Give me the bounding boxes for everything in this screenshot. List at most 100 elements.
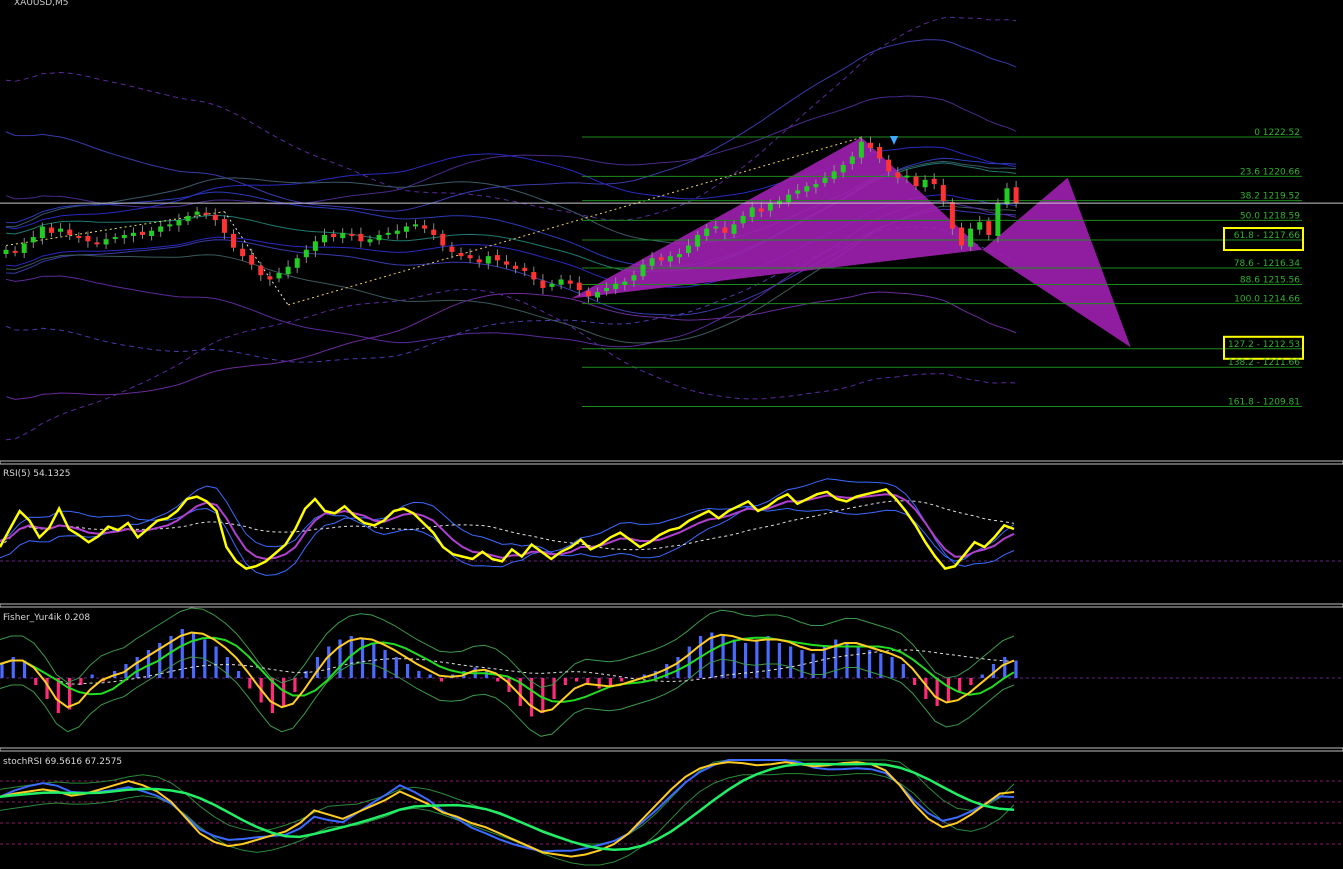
bull-candle xyxy=(704,228,710,237)
stochrsi-panel[interactable]: stochRSI 69.5616 67.2575 xyxy=(0,757,1343,866)
fisher-negative-bar xyxy=(935,678,939,706)
bear-candle xyxy=(140,231,145,235)
fisher-lines xyxy=(0,607,1015,737)
fib-level-label: 138.2 - 1211.66 xyxy=(1228,358,1300,368)
stochrsi-label: stochRSI 69.5616 67.2575 xyxy=(3,757,122,767)
bull-candle xyxy=(3,249,9,255)
fisher-positive-bar xyxy=(890,657,894,678)
fisher-positive-bar xyxy=(800,650,804,678)
bear-candle xyxy=(868,142,873,149)
bull-candle xyxy=(968,228,974,247)
bear-candle xyxy=(331,233,337,238)
chart-canvas[interactable]: 0 1222.52 23.6 1220.66 38.2 1219.52 50.0 12… xyxy=(0,0,1343,869)
rsi-panel[interactable]: RSI(5) 54.1325 xyxy=(0,469,1343,576)
panel-separator[interactable] xyxy=(0,603,1343,608)
bull-candle xyxy=(640,264,646,277)
fisher-positive-bar xyxy=(777,643,781,678)
bear-candle xyxy=(504,261,509,265)
bull-candle xyxy=(813,184,819,188)
bear-candle xyxy=(349,233,355,236)
bear-candle xyxy=(531,272,537,280)
bull-candle xyxy=(485,256,491,264)
envelope-band-line xyxy=(5,289,1017,441)
bull-candle xyxy=(303,249,309,258)
bull-candle xyxy=(285,266,291,275)
bear-candle xyxy=(67,229,73,235)
arrow-down-icon xyxy=(890,136,898,145)
stochrsi-lines xyxy=(0,759,1015,866)
fisher-positive-bar xyxy=(237,671,241,678)
bull-candle xyxy=(376,234,382,241)
bear-candle xyxy=(249,255,255,265)
bear-candle xyxy=(758,208,764,212)
trading-chart-window[interactable]: 0 1222.52 23.6 1220.66 38.2 1219.52 50.0 12… xyxy=(0,0,1343,869)
bull-candle xyxy=(130,232,136,237)
fib-level-label: 38.2 1219.52 xyxy=(1240,192,1300,202)
fisher-negative-bar xyxy=(597,678,601,689)
fisher-negative-bar xyxy=(496,678,500,682)
fisher-positive-bar xyxy=(1003,657,1007,678)
bear-candle xyxy=(267,276,273,280)
fibonacci-levels[interactable]: 0 1222.52 23.6 1220.66 38.2 1219.52 50.0 12… xyxy=(582,128,1304,407)
bear-candle xyxy=(931,178,937,185)
bear-candle xyxy=(449,246,455,252)
bull-candle xyxy=(795,190,801,194)
fib-level-label: 23.6 1220.66 xyxy=(1240,167,1300,177)
fisher-positive-bar xyxy=(789,646,793,678)
bear-candle xyxy=(467,255,473,259)
price-panel[interactable]: 0 1222.52 23.6 1220.66 38.2 1219.52 50.0 12… xyxy=(0,0,1343,441)
bull-candle xyxy=(194,211,200,215)
fisher-negative-bar xyxy=(56,678,60,713)
bear-candle xyxy=(94,242,100,245)
bear-candle xyxy=(959,227,964,246)
panel-separator[interactable] xyxy=(0,460,1343,465)
bull-candle xyxy=(904,175,910,178)
fisher-negative-bar xyxy=(946,678,950,703)
bull-candle xyxy=(777,201,782,205)
fisher-negative-bar xyxy=(529,678,534,717)
fisher-signal-line xyxy=(0,636,1015,703)
bull-candle xyxy=(294,258,300,268)
fisher-negative-bar xyxy=(575,678,579,682)
fisher-positive-bar xyxy=(856,646,860,678)
fisher-positive-bar xyxy=(135,657,139,678)
bear-candle xyxy=(358,233,364,242)
bull-candle xyxy=(840,164,846,173)
bear-candle xyxy=(940,185,946,202)
bull-candle xyxy=(103,239,109,245)
panel-separator[interactable] xyxy=(0,747,1343,752)
bear-candle xyxy=(422,225,428,229)
bull-candle xyxy=(622,281,628,285)
bear-candle xyxy=(476,259,482,263)
bull-candle xyxy=(394,230,400,234)
fisher-positive-bar xyxy=(867,650,872,678)
bear-candle xyxy=(986,221,992,235)
bull-candle xyxy=(21,243,27,253)
harmonic-xab-triangle xyxy=(571,137,983,299)
fisher-negative-bar xyxy=(34,678,38,685)
fisher-positive-bar xyxy=(710,632,714,678)
bull-candle xyxy=(631,275,637,281)
bull-candle xyxy=(858,141,864,158)
bear-candle xyxy=(567,280,573,284)
bull-candle xyxy=(149,230,155,237)
bear-candle xyxy=(886,159,892,172)
bear-candle xyxy=(49,227,54,233)
bear-candle xyxy=(240,248,246,257)
bull-candle xyxy=(413,224,418,227)
bear-candle xyxy=(440,233,446,246)
fisher-positive-bar xyxy=(721,636,725,678)
fisher-negative-bar xyxy=(248,678,252,689)
bear-candle xyxy=(231,233,236,248)
bull-candle xyxy=(340,232,346,239)
bear-candle xyxy=(522,267,528,271)
bear-candle xyxy=(877,146,883,159)
bear-candle xyxy=(258,265,264,276)
bull-candle xyxy=(676,254,682,258)
fisher-positive-bar xyxy=(766,636,770,678)
fib-level-label: 100.0 1214.66 xyxy=(1234,295,1300,305)
fisher-positive-bar xyxy=(732,639,736,678)
bear-candle xyxy=(203,212,209,215)
fib-level-label: 161.8 - 1209.81 xyxy=(1228,397,1300,407)
fisher-panel[interactable]: Fisher_Yur4ik 0.208 xyxy=(0,607,1343,737)
